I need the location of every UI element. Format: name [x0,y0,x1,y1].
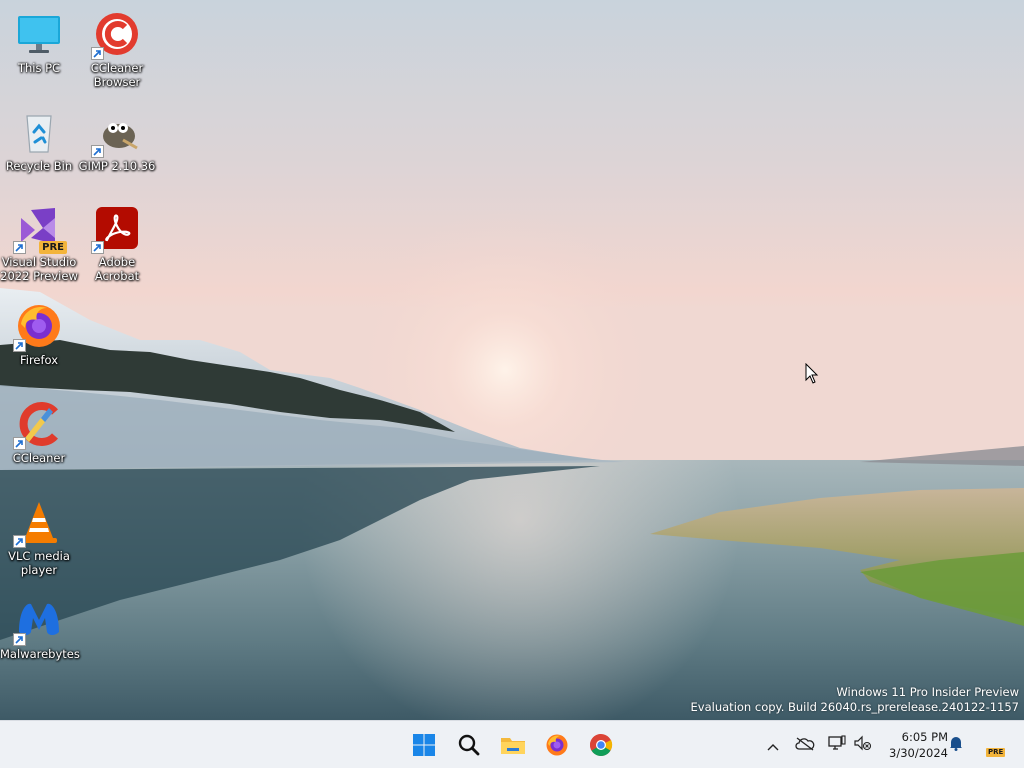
tray-show-hidden-button[interactable] [762,734,784,756]
desktop-icon-label: Firefox [19,353,59,367]
taskbar: 6:05 PM 3/30/2024 PRE [0,720,1024,768]
insider-pre-badge: PRE [986,748,1006,757]
desktop-icon-label: Malwarebytes [0,647,80,661]
firefox-icon [545,733,569,757]
taskbar-file-explorer-button[interactable] [496,728,530,762]
taskbar-firefox-button[interactable] [540,728,574,762]
ccleaner-browser-icon [91,10,141,60]
taskbar-search-button[interactable] [452,728,486,762]
clock-time: 6:05 PM [901,730,948,744]
recycle-bin-icon [15,108,63,156]
shortcut-arrow-icon [91,47,104,60]
pre-badge: PRE [39,241,67,254]
shortcut-arrow-icon [13,241,26,254]
desktop-icon-recycle-bin[interactable]: Recycle Bin [0,108,78,173]
folder-icon [500,734,526,756]
desktop-icon-ccleaner[interactable]: CCleaner [0,400,78,465]
shortcut-arrow-icon [91,145,104,158]
chrome-icon [589,733,613,757]
desktop-icon-label: GIMP 2.10.36 [78,159,156,173]
tray-notifications-button[interactable] [945,734,967,756]
shortcut-arrow-icon [13,633,26,646]
search-icon [458,734,480,756]
taskbar-clock[interactable]: 6:05 PM 3/30/2024 [878,729,948,761]
monitor-icon [15,10,63,58]
tray-network-button[interactable] [826,734,848,756]
tray-volume-button[interactable] [852,734,874,756]
desktop-icon-label: Adobe Acrobat [94,255,140,283]
watermark-line-2: Evaluation copy. Build 26040.rs_prerelea… [690,700,1019,714]
taskbar-start-button[interactable] [407,728,441,762]
visual-studio-icon: PRE [13,204,67,254]
shortcut-arrow-icon [91,241,104,254]
desktop-icon-firefox[interactable]: Firefox [0,302,78,367]
desktop-icon-adobe-acrobat[interactable]: Adobe Acrobat [78,204,156,283]
malwarebytes-icon [13,596,63,646]
clock-date: 3/30/2024 [889,746,948,760]
windows-start-icon [412,733,436,757]
gimp-icon [91,108,141,158]
tray-onedrive-button[interactable] [794,734,816,756]
onedrive-offline-icon [795,736,815,755]
desktop-icon-malwarebytes[interactable]: Malwarebytes [0,596,80,661]
watermark-line-1: Windows 11 Pro Insider Preview [836,685,1019,699]
ccleaner-icon [13,400,63,450]
network-icon [828,735,846,755]
desktop-icon-label: CCleaner [12,451,66,465]
shortcut-arrow-icon [13,339,26,352]
windows-evaluation-watermark: Windows 11 Pro Insider Preview Evaluatio… [691,685,1019,715]
vlc-icon [13,498,63,548]
shortcut-arrow-icon [13,535,26,548]
desktop-icon-this-pc[interactable]: This PC [0,10,78,75]
desktop-icon-label: This PC [17,61,61,75]
volume-muted-icon [854,735,872,755]
desktop-icon-label: VLC media player [8,549,70,577]
bell-icon [949,735,963,755]
taskbar-chrome-button[interactable] [584,728,618,762]
mouse-cursor-icon [805,362,819,389]
desktop-icon-label: CCleaner Browser [90,61,144,89]
adobe-acrobat-icon [91,204,141,254]
desktop-icon-label: Recycle Bin [5,159,73,173]
shortcut-arrow-icon [13,437,26,450]
firefox-icon [13,302,63,352]
desktop-icon-vlc[interactable]: VLC media player [0,498,78,577]
chevron-up-icon [767,736,779,755]
desktop-icon-gimp[interactable]: GIMP 2.10.36 [78,108,156,173]
desktop-icon-visual-studio[interactable]: PRE Visual Studio 2022 Preview [0,204,78,283]
desktop-icon-label: Visual Studio 2022 Preview [0,255,78,283]
desktop-icon-ccleaner-browser[interactable]: CCleaner Browser [78,10,156,89]
